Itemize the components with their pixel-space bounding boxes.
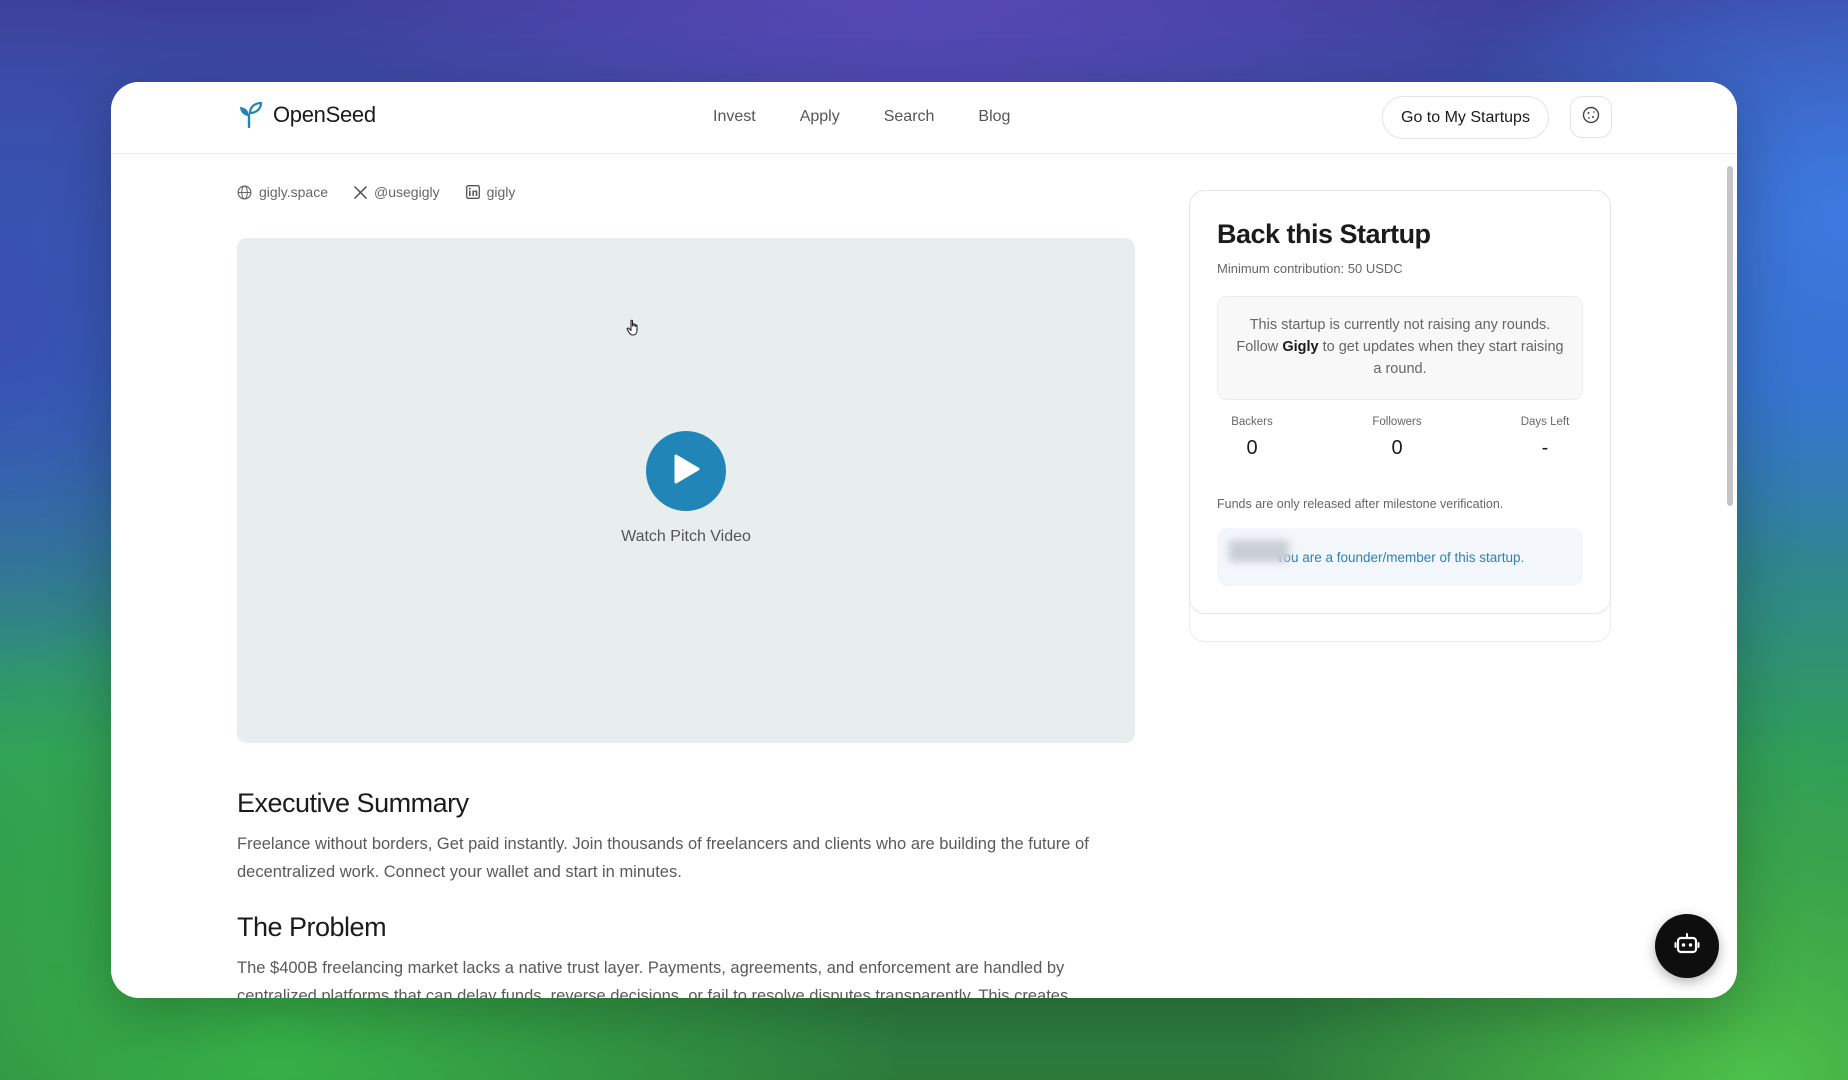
website-link[interactable]: gigly.space	[237, 184, 328, 200]
robot-icon	[1674, 932, 1700, 961]
nav-invest[interactable]: Invest	[713, 108, 756, 126]
linkedin-text: gigly	[486, 184, 516, 200]
funds-note: Funds are only released after milestone …	[1217, 497, 1504, 511]
problem-text: The $400B freelancing market lacks a nat…	[237, 959, 1069, 998]
chat-assistant-button[interactable]	[1655, 914, 1719, 978]
founder-banner: You are a founder/member of this startup…	[1217, 528, 1583, 586]
x-icon	[354, 185, 367, 199]
nav-apply[interactable]: Apply	[800, 108, 840, 126]
followers-stat: Followers 0	[1372, 416, 1422, 459]
back-startup-card: Back this Startup Minimum contribution: …	[1189, 190, 1611, 614]
twitter-link[interactable]: @usegigly	[354, 184, 440, 200]
play-icon	[670, 452, 702, 491]
logo-text: OpenSeed	[273, 102, 376, 127]
nav-search[interactable]: Search	[884, 108, 935, 126]
executive-summary-text: Freelance without borders, Get paid inst…	[237, 835, 1089, 881]
play-button[interactable]	[646, 431, 726, 511]
main-nav: Invest Apply Search Blog	[713, 108, 1054, 126]
cookie-icon	[1582, 106, 1600, 129]
card-title: Back this Startup	[1217, 219, 1431, 249]
problem-heading: The Problem	[237, 912, 387, 942]
days-left-stat: Days Left -	[1520, 416, 1570, 459]
not-raising-notice: This startup is currently not raising an…	[1217, 296, 1583, 400]
pitch-video[interactable]: Watch Pitch Video	[237, 238, 1135, 743]
twitter-handle: @usegigly	[374, 184, 440, 200]
linkedin-icon	[465, 185, 480, 199]
backers-stat: Backers 0	[1231, 416, 1273, 459]
blurred-placeholder	[1229, 540, 1289, 562]
browser-window: OpenSeed Invest Apply Search Blog Go to …	[111, 82, 1737, 998]
globe-icon	[237, 185, 252, 200]
executive-summary-heading: Executive Summary	[237, 788, 469, 818]
scrollbar[interactable]	[1727, 166, 1733, 506]
go-to-my-startups-button[interactable]: Go to My Startups	[1382, 96, 1549, 139]
watch-pitch-video-label: Watch Pitch Video	[621, 528, 751, 545]
startup-links: gigly.space @usegigly gigly	[237, 184, 515, 200]
nav-blog[interactable]: Blog	[978, 108, 1010, 126]
sprout-icon	[239, 101, 263, 129]
startup-name: Gigly	[1282, 339, 1319, 355]
top-navbar: OpenSeed Invest Apply Search Blog Go to …	[111, 82, 1737, 154]
founder-text: You are a founder/member of this startup…	[1275, 549, 1525, 565]
logo[interactable]: OpenSeed	[239, 101, 376, 129]
min-contribution: Minimum contribution: 50 USDC	[1217, 261, 1403, 276]
hand-cursor-icon	[625, 318, 643, 343]
theme-toggle-button[interactable]	[1570, 96, 1612, 138]
website-text: gigly.space	[259, 184, 329, 200]
linkedin-link[interactable]: gigly	[465, 184, 516, 200]
